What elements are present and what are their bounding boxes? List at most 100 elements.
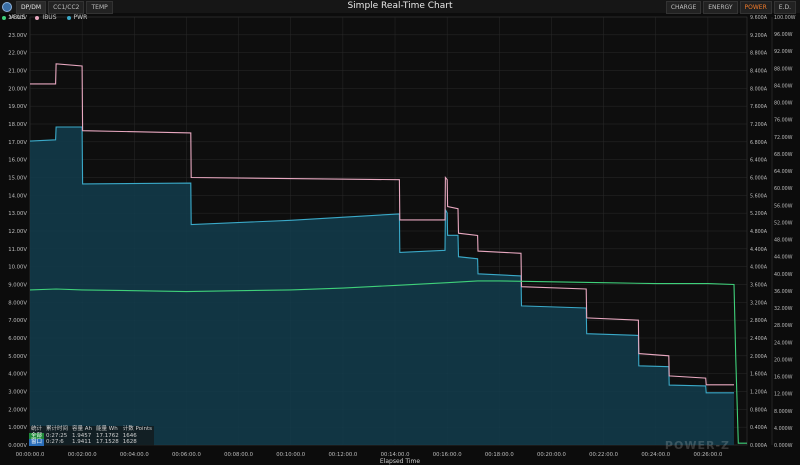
right-current-tick-label: 1.200A bbox=[750, 390, 768, 396]
right-current-tick-label: 4.400A bbox=[750, 247, 768, 253]
legend-ibus-label: IBUS bbox=[42, 14, 57, 21]
right-current-tick-label: 6.000A bbox=[750, 176, 768, 182]
right-power-tick-label: 0.000W bbox=[774, 443, 793, 449]
legend-vbus-swatch bbox=[2, 15, 6, 20]
left-axis-tick-label: 12.00V bbox=[8, 229, 27, 235]
right-current-tick-label: 4.800A bbox=[750, 229, 768, 235]
stats-cell: 1.9411 bbox=[72, 439, 92, 445]
x-axis-title: Elapsed Time bbox=[379, 458, 421, 465]
stats-header-row: 统计 累计时间 容量 Ah 能量 Wh 计数 Points bbox=[29, 426, 154, 433]
right-power-tick-label: 16.00W bbox=[774, 375, 793, 381]
right-power-tick-label: 4.000W bbox=[774, 426, 793, 432]
left-axis-tick-label: 7.000V bbox=[8, 318, 27, 324]
app-logo-icon bbox=[2, 2, 12, 12]
right-power-tick-label: 80.00W bbox=[774, 101, 793, 107]
left-axis-tick-label: 14.00V bbox=[8, 193, 27, 199]
right-current-tick-label: 6.800A bbox=[750, 140, 768, 146]
legend-ibus[interactable]: IBUS bbox=[35, 14, 57, 21]
right-current-tick-label: 8.400A bbox=[750, 69, 768, 75]
left-axis-tick-label: 8.000V bbox=[8, 300, 27, 306]
brand-watermark: POWER-Z bbox=[664, 439, 730, 452]
right-current-tick-label: 1.600A bbox=[750, 372, 768, 378]
right-power-tick-label: 24.00W bbox=[774, 340, 793, 346]
left-axis-tick-label: 6.000V bbox=[8, 336, 27, 342]
right-power-tick-label: 8.000W bbox=[774, 409, 793, 415]
left-axis-tick-label: 21.00V bbox=[8, 69, 27, 75]
right-current-tick-label: 0.000A bbox=[750, 443, 768, 449]
stats-cell: 1628 bbox=[122, 439, 137, 445]
right-current-tick-label: 7.600A bbox=[750, 104, 768, 110]
stats-header: 统计 bbox=[31, 426, 43, 432]
right-current-tick-label: 2.800A bbox=[750, 318, 768, 324]
right-current-tick-label: 5.600A bbox=[750, 193, 768, 199]
left-axis-tick-label: 16.00V bbox=[8, 158, 27, 164]
legend-pwr-swatch bbox=[66, 15, 71, 20]
right-power-tick-label: 48.00W bbox=[774, 238, 793, 244]
stats-header: 计数 Points bbox=[122, 426, 153, 432]
left-axis-tick-label: 0.000V bbox=[8, 443, 27, 449]
left-axis-tick-label: 5.000V bbox=[8, 354, 27, 360]
right-current-tick-label: 6.400A bbox=[750, 158, 768, 164]
right-power-tick-label: 12.00W bbox=[774, 392, 793, 398]
right-current-tick-label: 7.200A bbox=[750, 122, 768, 128]
right-current-tick-label: 5.200A bbox=[750, 211, 768, 217]
left-axis-tick-label: 20.00V bbox=[8, 86, 27, 92]
right-current-tick-label: 4.000A bbox=[750, 265, 768, 271]
right-power-tick-label: 88.00W bbox=[774, 66, 793, 72]
left-axis-tick-label: 10.00V bbox=[8, 265, 27, 271]
right-power-tick-label: 96.00W bbox=[774, 32, 793, 38]
legend-vbus[interactable]: VBUS bbox=[2, 14, 25, 21]
right-power-tick-label: 60.00W bbox=[774, 186, 793, 192]
left-axis-tick-label: 11.00V bbox=[8, 247, 27, 253]
right-power-tick-label: 56.00W bbox=[774, 203, 793, 209]
left-axis-tick-label: 19.00V bbox=[8, 104, 27, 110]
legend-pwr-label: PWR bbox=[73, 14, 88, 21]
stats-cell: 17.1528 bbox=[96, 439, 119, 445]
stats-cell: 0:27:6 bbox=[46, 439, 64, 445]
legend-vbus-label: VBUS bbox=[9, 14, 26, 21]
left-axis-tick-label: 23.00V bbox=[8, 33, 27, 39]
left-axis-tick-label: 22.00V bbox=[8, 51, 27, 57]
right-power-tick-label: 40.00W bbox=[774, 272, 793, 278]
left-axis-tick-label: 3.000V bbox=[8, 390, 27, 396]
right-current-tick-label: 3.600A bbox=[750, 283, 768, 289]
right-power-tick-label: 76.00W bbox=[774, 118, 793, 124]
right-current-tick-label: 9.200A bbox=[750, 33, 768, 39]
stats-header: 能量 Wh bbox=[96, 426, 118, 432]
top-toolbar: DP/DM CC1/CC2 TEMP CHARGE ENERGY POWER E… bbox=[0, 0, 800, 14]
stats-header: 累计时间 bbox=[46, 426, 69, 432]
right-current-tick-label: 8.000A bbox=[750, 86, 768, 92]
stats-table: 统计 累计时间 容量 Ah 能量 Wh 计数 Points 全部 0:27:25… bbox=[29, 426, 154, 446]
right-current-tick-label: 2.400A bbox=[750, 336, 768, 342]
right-current-tick-label: 0.400A bbox=[750, 425, 768, 431]
left-axis-tick-label: 9.000V bbox=[8, 283, 27, 289]
stats-panel: 统计 累计时间 容量 Ah 能量 Wh 计数 Points 全部 0:27:25… bbox=[29, 426, 155, 446]
stats-row-label: 窗口 bbox=[29, 439, 45, 446]
right-current-tick-label: 8.800A bbox=[750, 51, 768, 57]
right-current-tick-label: 0.800A bbox=[750, 407, 768, 413]
right-power-tick-label: 36.00W bbox=[774, 289, 793, 295]
left-axis-tick-label: 4.000V bbox=[8, 372, 27, 378]
right-power-tick-label: 68.00W bbox=[774, 152, 793, 158]
right-power-tick-label: 72.00W bbox=[774, 135, 793, 141]
right-power-tick-label: 44.00W bbox=[774, 255, 793, 261]
left-axis-tick-label: 1.000V bbox=[8, 425, 27, 431]
right-power-tick-label: 20.00W bbox=[774, 357, 793, 363]
left-axis-tick-label: 2.000V bbox=[8, 407, 27, 413]
right-power-tick-label: 28.00W bbox=[774, 323, 793, 329]
right-current-tick-label: 2.000A bbox=[750, 354, 768, 360]
right-power-tick-label: 92.00W bbox=[774, 49, 793, 55]
stats-header: 容量 Ah bbox=[72, 426, 93, 432]
realtime-chart[interactable]: 0.000V 1.000V 2.000V 3.000V 4.000V 5.000V 6.00… bbox=[0, 13, 800, 458]
left-axis-tick-label: 17.00V bbox=[8, 140, 27, 146]
right-power-tick-label: 100.00W bbox=[774, 15, 796, 21]
legend-ibus-swatch bbox=[35, 15, 40, 20]
right-current-tick-label: 3.200A bbox=[750, 300, 768, 306]
right-current-tick-label: 9.600A bbox=[750, 15, 768, 21]
right-power-tick-label: 64.00W bbox=[774, 169, 793, 175]
left-axis-tick-label: 15.00V bbox=[8, 176, 27, 182]
chart-legend: VBUS IBUS PWR bbox=[2, 14, 87, 21]
legend-pwr[interactable]: PWR bbox=[66, 14, 88, 21]
right-power-tick-label: 84.00W bbox=[774, 83, 793, 89]
stats-row-window: 窗口 0:27:6 1.9411 17.1528 1628 bbox=[29, 439, 154, 446]
